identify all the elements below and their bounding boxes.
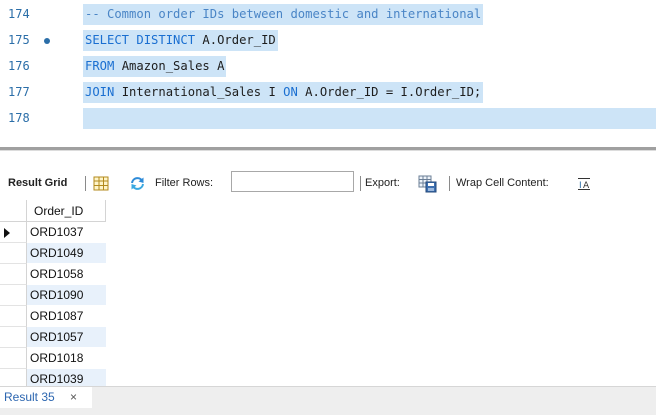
order-id-cell[interactable]: ORD1087 bbox=[27, 306, 106, 327]
sql-keyword: JOIN bbox=[85, 85, 115, 99]
table-row[interactable]: ORD1090 bbox=[0, 285, 106, 306]
order-id-cell[interactable]: ORD1090 bbox=[27, 285, 106, 306]
line-number: 175 bbox=[8, 33, 30, 47]
result-grid[interactable]: Order_ID ORD1037 ORD1049 ORD1058 ORD1090 ORD… bbox=[0, 200, 656, 386]
sql-comment: -- Common order IDs between domestic and… bbox=[85, 7, 482, 21]
panel-splitter[interactable] bbox=[0, 136, 656, 167]
row-header[interactable] bbox=[0, 369, 27, 386]
line-number: 174 bbox=[8, 7, 30, 21]
filter-rows-input[interactable] bbox=[231, 171, 354, 192]
table-row[interactable]: ORD1018 bbox=[0, 348, 106, 369]
statement-marker-icon bbox=[44, 38, 50, 44]
toolbar-separator bbox=[85, 176, 86, 191]
code-text[interactable]: FROM Amazon_Sales A bbox=[83, 56, 227, 77]
row-header[interactable] bbox=[0, 348, 27, 369]
order-id-cell[interactable]: ORD1058 bbox=[27, 264, 106, 285]
code-text[interactable]: SELECT DISTINCT A.Order_ID bbox=[83, 30, 278, 51]
row-header[interactable] bbox=[0, 327, 27, 348]
code-line[interactable]: 176 FROM Amazon_Sales A bbox=[0, 56, 656, 77]
close-icon[interactable]: × bbox=[70, 387, 77, 408]
export-icon[interactable] bbox=[418, 175, 438, 193]
line-number: 178 bbox=[8, 111, 30, 125]
code-text[interactable]: -- Common order IDs between domestic and… bbox=[83, 4, 484, 25]
order-id-cell[interactable]: ORD1057 bbox=[27, 327, 106, 348]
order-id-cell[interactable]: ORD1049 bbox=[27, 243, 106, 264]
order-id-cell[interactable]: ORD1018 bbox=[27, 348, 106, 369]
wrap-cell-icon[interactable]: I A bbox=[577, 177, 591, 191]
grid-layout-icon[interactable] bbox=[93, 176, 109, 191]
sql-editor[interactable]: 174 -- Common order IDs between domestic … bbox=[0, 0, 656, 136]
toolbar-separator bbox=[360, 176, 361, 191]
code-line[interactable]: 177 JOIN International_Sales I ON A.Order… bbox=[0, 82, 656, 103]
tab-result-35[interactable]: Result 35 × bbox=[0, 387, 92, 408]
order-id-cell[interactable]: ORD1039 bbox=[27, 369, 106, 386]
filter-rows-label: Filter Rows: bbox=[155, 177, 214, 189]
sql-keyword: SELECT DISTINCT bbox=[85, 33, 196, 47]
toolbar-separator bbox=[449, 176, 450, 191]
export-label: Export: bbox=[365, 177, 400, 189]
table-row[interactable]: ORD1058 bbox=[0, 264, 106, 285]
wrap-cell-content-label: Wrap Cell Content: bbox=[456, 177, 549, 189]
splitter-shadow bbox=[0, 150, 656, 151]
code-line[interactable]: 174 -- Common order IDs between domestic … bbox=[0, 4, 656, 25]
row-header[interactable] bbox=[0, 264, 27, 285]
sql-keyword: FROM bbox=[85, 59, 115, 73]
sql-identifier: A.Order_ID = I.Order_ID; bbox=[297, 85, 482, 99]
result-grid-tab[interactable]: Result Grid bbox=[8, 167, 67, 200]
code-line[interactable]: 175 SELECT DISTINCT A.Order_ID bbox=[0, 30, 656, 51]
code-line[interactable]: 178 bbox=[0, 108, 656, 129]
row-header[interactable] bbox=[0, 306, 27, 327]
table-row[interactable]: ORD1087 bbox=[0, 306, 106, 327]
order-id-cell[interactable]: ORD1037 bbox=[27, 222, 106, 243]
result-toolbar: Result Grid Filter Rows: Export: Wrap Ce… bbox=[0, 167, 656, 200]
row-header[interactable] bbox=[0, 243, 27, 264]
sql-identifier: Amazon_Sales A bbox=[114, 59, 225, 73]
current-row-arrow-icon bbox=[4, 228, 10, 238]
sql-identifier: International_Sales I bbox=[114, 85, 284, 99]
sql-identifier: A.Order_ID bbox=[195, 33, 276, 47]
line-number: 177 bbox=[8, 85, 30, 99]
row-header[interactable] bbox=[0, 285, 27, 306]
table-row[interactable]: ORD1037 bbox=[0, 222, 106, 243]
code-text[interactable]: JOIN International_Sales I ON A.Order_ID… bbox=[83, 82, 484, 103]
column-header-order-id[interactable]: Order_ID bbox=[27, 200, 106, 222]
row-header-corner[interactable] bbox=[0, 200, 27, 222]
sql-keyword: ON bbox=[283, 85, 298, 99]
tab-label: Result 35 bbox=[4, 390, 55, 404]
grid-header-row: Order_ID bbox=[0, 200, 106, 222]
refresh-icon[interactable] bbox=[129, 176, 146, 191]
table-row[interactable]: ORD1039 bbox=[0, 369, 106, 386]
line-number: 176 bbox=[8, 59, 30, 73]
result-tab-bar: Result 35 × bbox=[0, 386, 656, 415]
code-text[interactable] bbox=[83, 108, 656, 129]
table-row[interactable]: ORD1057 bbox=[0, 327, 106, 348]
table-row[interactable]: ORD1049 bbox=[0, 243, 106, 264]
row-header[interactable] bbox=[0, 222, 27, 243]
